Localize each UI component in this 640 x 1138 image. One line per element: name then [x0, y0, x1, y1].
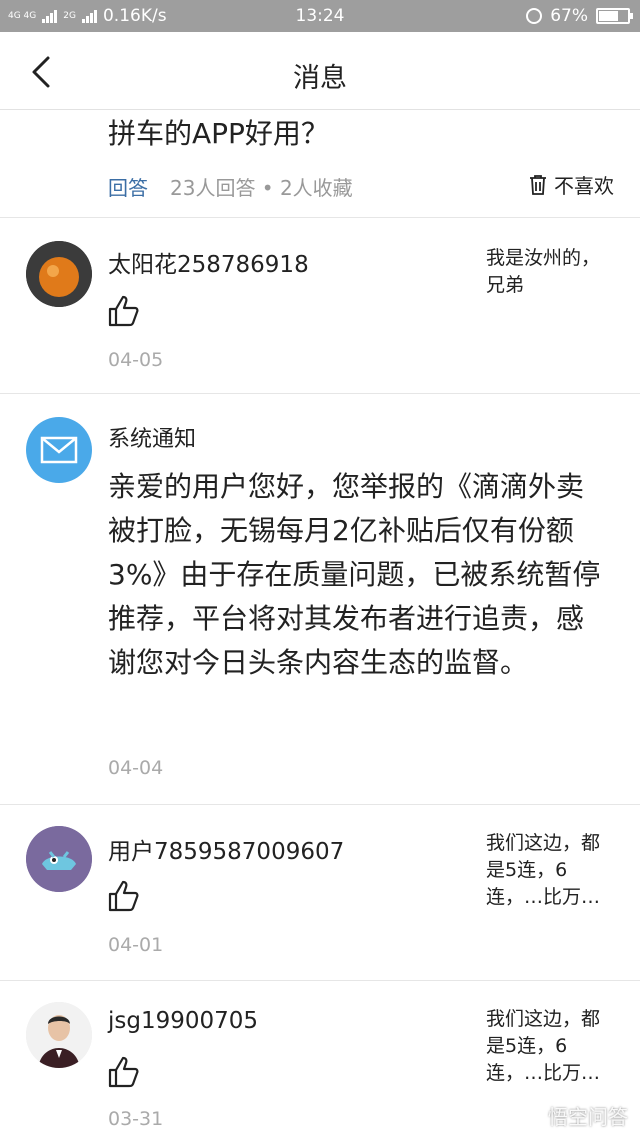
status-bar: 4G 4G 2G 0.16K/s 13:24 67%: [0, 0, 640, 32]
watermark: 悟空问答: [522, 1101, 628, 1130]
author-name[interactable]: 用户7859587009607: [108, 832, 344, 866]
dislike-button[interactable]: 不喜欢: [528, 170, 614, 199]
battery-percent: 67%: [550, 6, 588, 26]
dislike-label: 不喜欢: [554, 174, 614, 198]
orange-avatar-image: [26, 241, 92, 307]
author-name[interactable]: 太阳花258786918: [108, 245, 309, 279]
thumbs-up-icon[interactable]: [106, 1054, 142, 1090]
thumbs-up-icon[interactable]: [106, 293, 142, 329]
monster-avatar-image: [26, 826, 92, 892]
avatar[interactable]: [26, 826, 92, 892]
question-card[interactable]: 拼车的APP好用？ 回答 23人回答 • 2人收藏 不喜欢: [0, 110, 640, 218]
quoted-comment[interactable]: 我们这边，都是5连，6连，…比万…: [486, 1006, 616, 1087]
message-date: 04-01: [108, 934, 164, 956]
trash-icon: [530, 174, 546, 195]
question-stats: 23人回答 • 2人收藏: [170, 176, 353, 200]
status-right: 67%: [526, 6, 633, 26]
alarm-icon: [526, 8, 543, 24]
message-date: 04-05: [108, 349, 164, 371]
message-date: 04-04: [108, 757, 164, 779]
thumbs-up-icon[interactable]: [106, 878, 142, 914]
battery-icon: [596, 8, 633, 24]
question-title[interactable]: 拼车的APP好用？: [108, 112, 329, 152]
person-avatar-image: [26, 1002, 92, 1068]
author-name[interactable]: jsg19900705: [108, 1008, 258, 1034]
answer-link[interactable]: 回答: [108, 172, 148, 201]
author-name: 系统通知: [108, 427, 197, 452]
chat-bubble-icon: [523, 1105, 543, 1126]
page-title: 消息: [293, 63, 347, 94]
mail-icon: [40, 436, 78, 464]
avatar[interactable]: [26, 1002, 92, 1068]
list-item[interactable]: 太阳花258786918 我是汝州的，兄弟 04-05: [0, 219, 640, 394]
avatar[interactable]: [26, 241, 92, 307]
message-date: 03-31: [108, 1108, 164, 1130]
notice-body: 亲爱的用户您好，您举报的《滴滴外卖被打脸，无锡每月2亿补贴后仅有份额3%》由于存…: [108, 470, 601, 679]
avatar: [26, 417, 92, 483]
list-item[interactable]: 用户7859587009607 我们这边，都是5连，6连，…比万… 04-01: [0, 806, 640, 981]
nav-bar: 消息: [0, 32, 640, 110]
quoted-comment[interactable]: 我是汝州的，兄弟: [486, 245, 616, 299]
list-item[interactable]: 系统通知 亲爱的用户您好，您举报的《滴滴外卖被打脸，无锡每月2亿补贴后仅有份额3…: [0, 395, 640, 805]
watermark-text: 悟空问答: [548, 1105, 628, 1129]
quoted-comment[interactable]: 我们这边，都是5连，6连，…比万…: [486, 830, 616, 911]
